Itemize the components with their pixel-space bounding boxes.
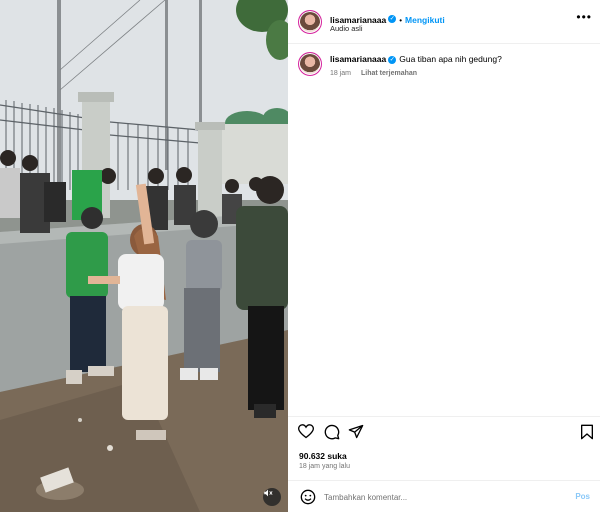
caption-avatar[interactable]: [298, 52, 322, 76]
caption-text: Gua tiban apa nih gedung?: [399, 54, 502, 64]
divider: [288, 416, 600, 417]
comment-form: Pos: [298, 488, 598, 506]
post-panel: lisamarianaaa ✓ • Mengikuti Audio asli ••• …: [288, 0, 600, 512]
post-video[interactable]: [0, 0, 288, 512]
caption-age: 18 jam: [330, 70, 352, 77]
following-button[interactable]: Mengikuti: [405, 15, 445, 25]
more-options-icon[interactable]: •••: [576, 11, 592, 23]
send-icon[interactable]: [348, 424, 364, 444]
avatar[interactable]: [298, 10, 322, 34]
post-time: 18 jam yang lalu: [299, 463, 350, 470]
audio-link[interactable]: Audio asli: [330, 24, 363, 33]
post-header: lisamarianaaa ✓ • Mengikuti Audio asli •••: [288, 0, 600, 44]
caption-username[interactable]: lisamarianaaa: [330, 54, 386, 64]
see-translation-link[interactable]: Lihat terjemahan: [361, 70, 417, 77]
mute-button[interactable]: [263, 488, 281, 506]
caption-meta: 18 jam Lihat terjemahan: [330, 70, 417, 77]
caption-line: lisamarianaaa ✓ Gua tiban apa nih gedung?: [330, 54, 590, 64]
divider: [288, 480, 600, 481]
heart-icon[interactable]: [297, 424, 315, 444]
verified-badge-icon: ✓: [388, 14, 397, 23]
emoji-icon[interactable]: [300, 489, 316, 510]
like-count[interactable]: 90.632 suka: [299, 451, 347, 461]
comment-input[interactable]: [324, 491, 554, 503]
bookmark-icon[interactable]: [580, 424, 594, 445]
action-bar: [297, 424, 598, 445]
post-comment-button[interactable]: Pos: [575, 492, 590, 501]
separator-dot: •: [399, 16, 403, 25]
caption-verified-badge-icon: ✓: [388, 55, 397, 64]
video-frame: [0, 0, 288, 512]
comment-icon[interactable]: [324, 424, 340, 445]
